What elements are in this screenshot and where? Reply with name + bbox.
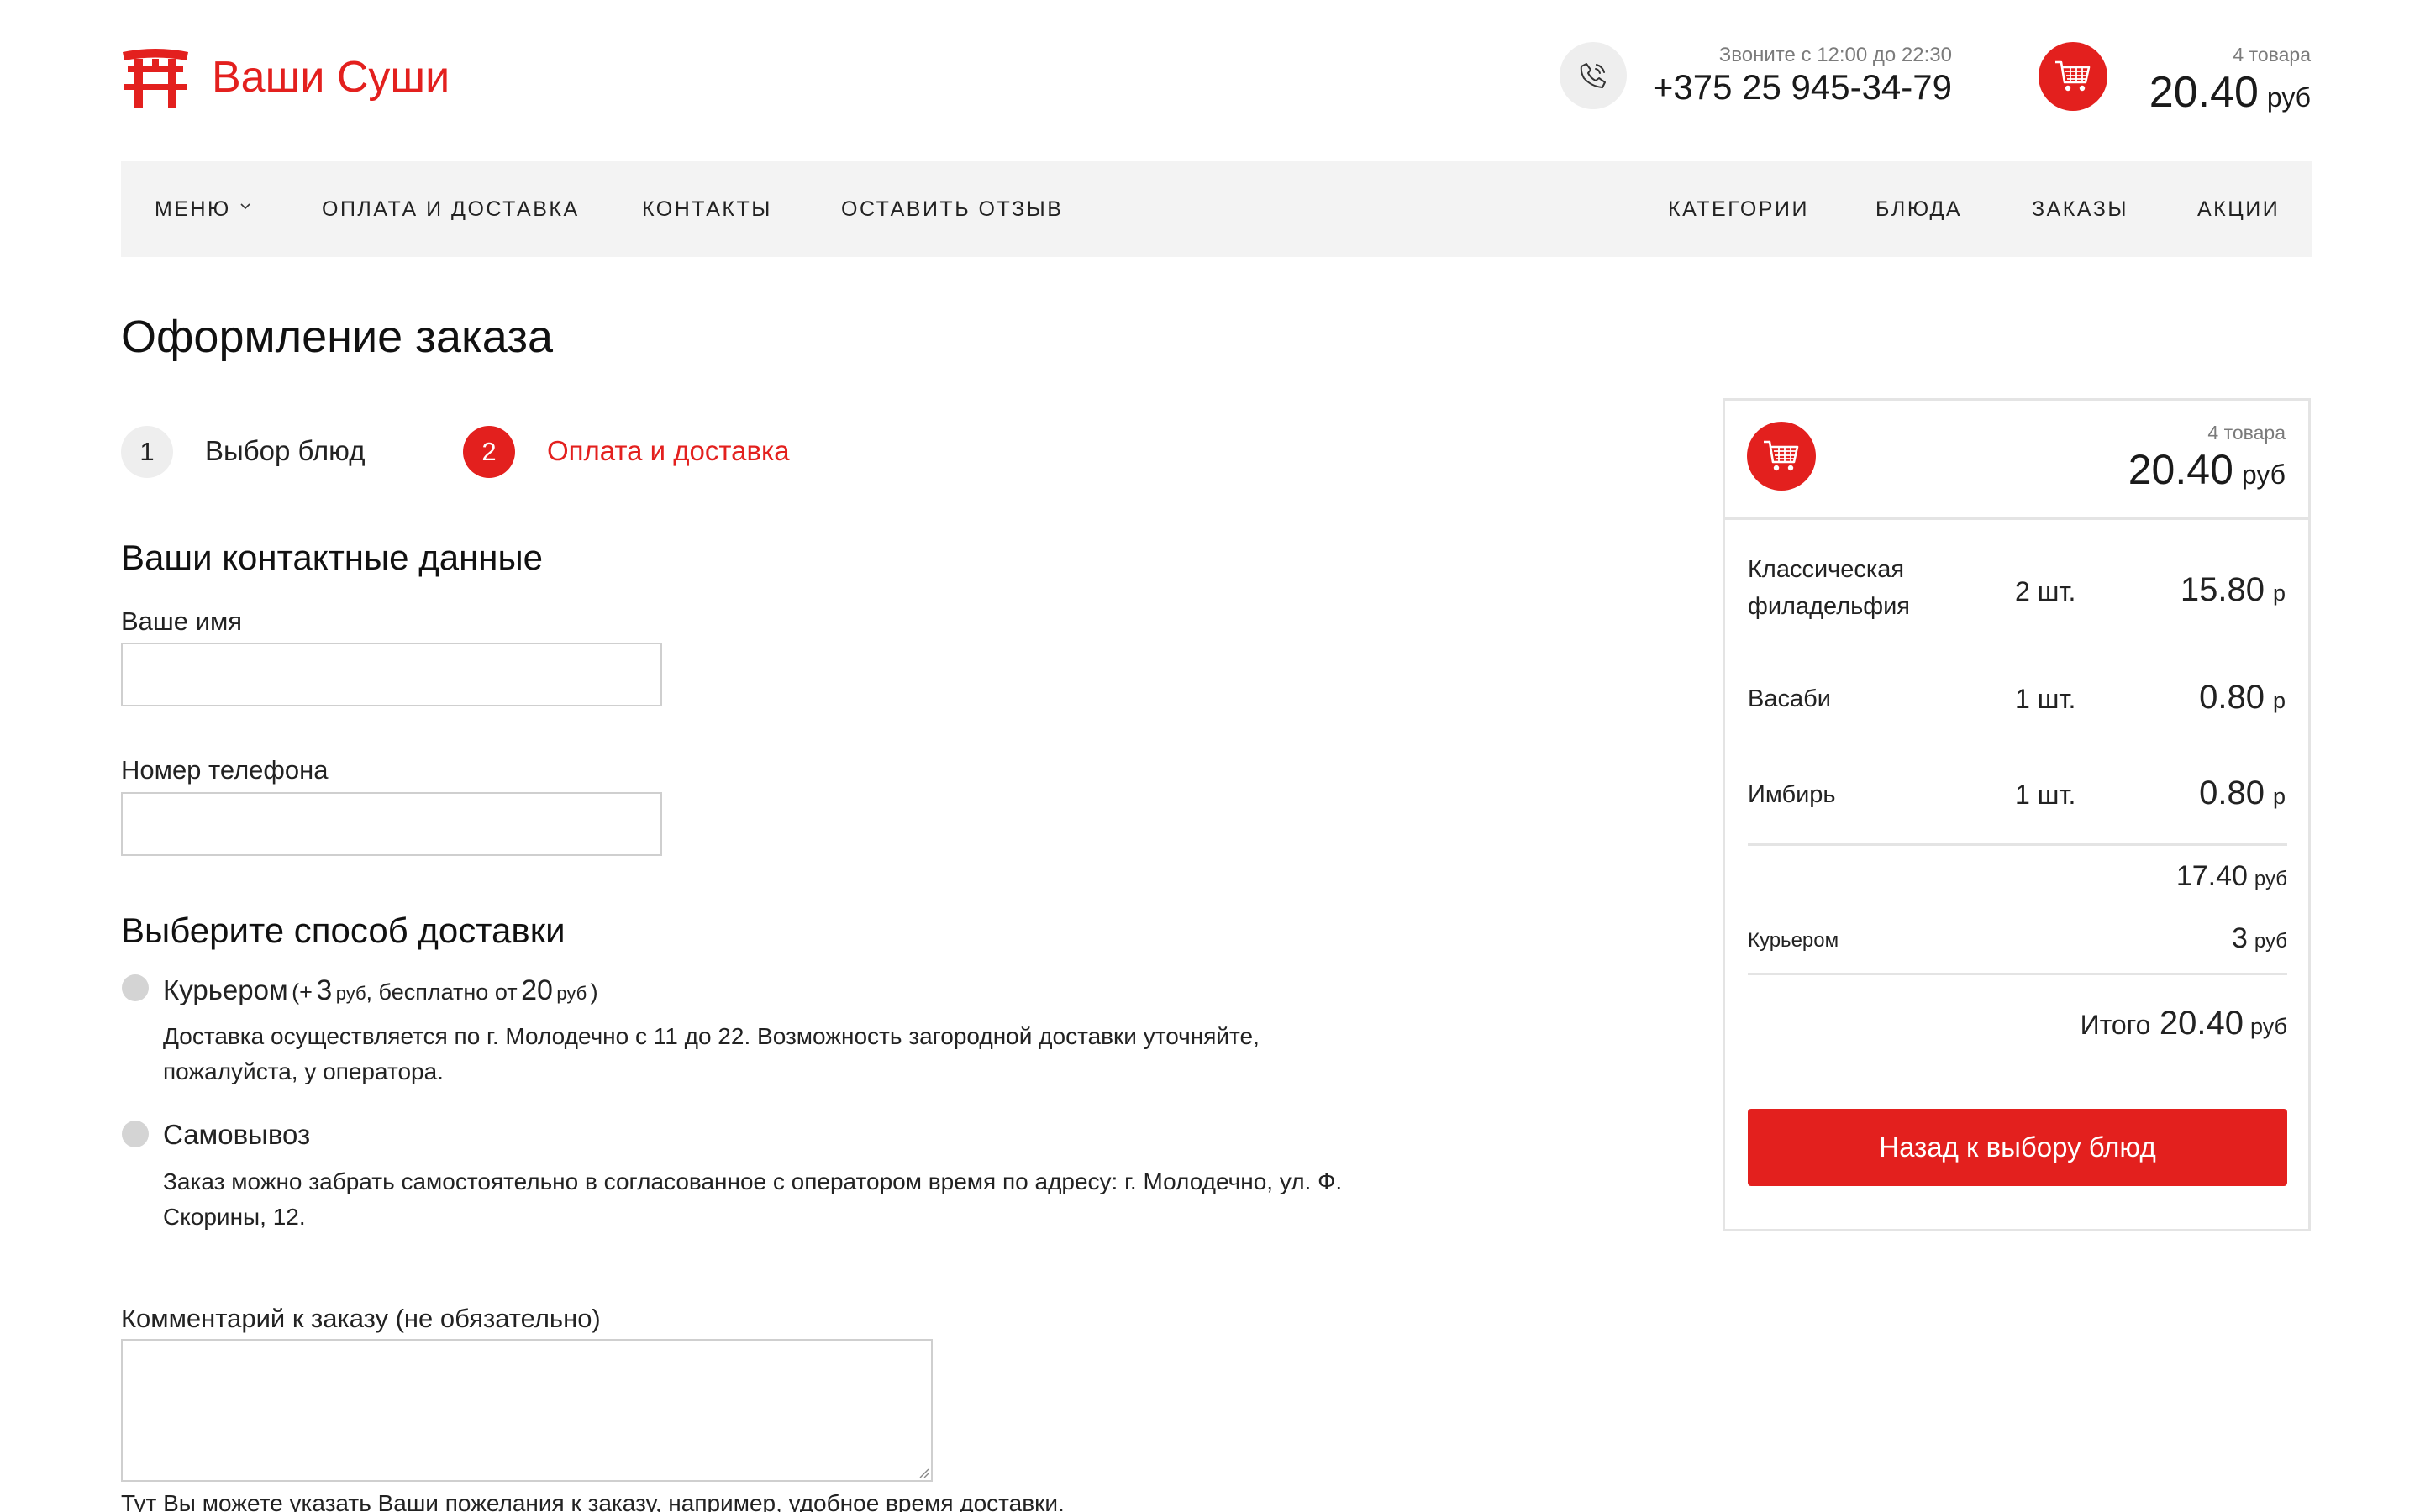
divider (1748, 843, 2287, 846)
courier-free-text: , бесплатно от (366, 979, 518, 1005)
comment-textarea[interactable] (121, 1339, 933, 1482)
nav-item-label: МЕНЮ (155, 197, 231, 221)
grand-total-currency: руб (2250, 1014, 2287, 1039)
nav-item-feedback[interactable]: ОСТАВИТЬ ОТЗЫВ (841, 161, 1063, 257)
header-cart-total-value: 20.40 (2149, 68, 2259, 117)
courier-close-paren: ) (590, 979, 598, 1005)
divider (1748, 973, 2287, 975)
delivery-price: 3 руб (2232, 922, 2287, 955)
cart-item-qty: 2 шт. (2015, 576, 2076, 606)
cart-item-price-value: 15.80 (2180, 571, 2265, 608)
delivery-method-label: Курьером (1748, 929, 1839, 952)
brand-name[interactable]: Ваши Суши (212, 52, 450, 102)
cart-item-price: 0.80 р (2199, 679, 2286, 717)
cart-item-qty: 1 шт. (2015, 684, 2076, 714)
phone-label: Номер телефона (121, 755, 329, 785)
courier-label: Курьером (163, 974, 288, 1005)
nav-item-payment-delivery[interactable]: ОПЛАТА И ДОСТАВКА (322, 161, 580, 257)
nav-item-menu[interactable]: МЕНЮ (155, 161, 251, 257)
courier-description: Доставка осуществляется по г. Молодечно … (163, 1023, 1260, 1084)
step-2-number: 2 (463, 426, 515, 478)
courier-fee: 3 (316, 974, 333, 1006)
pickup-radio[interactable] (122, 1121, 149, 1147)
shopping-cart-icon[interactable] (2039, 42, 2107, 111)
name-label: Ваше имя (121, 606, 243, 636)
cart-item-price-currency: р (2272, 580, 2286, 606)
cart-item-price: 15.80 р (2181, 571, 2286, 609)
delivery-price-value: 3 (2231, 922, 2248, 954)
cart-item-name: Имбирь (1748, 781, 1836, 808)
resize-handle-icon[interactable] (918, 1467, 929, 1478)
header-cart-total[interactable]: 20.40 руб (2149, 67, 2311, 118)
nav-item-contacts[interactable]: КОНТАКТЫ (642, 161, 772, 257)
step-1-number[interactable]: 1 (121, 426, 173, 478)
delivery-price-currency: руб (2254, 930, 2287, 953)
cart-item-price-value: 0.80 (2199, 679, 2265, 716)
panel-cart-currency: руб (2241, 459, 2286, 490)
back-to-dishes-button[interactable]: Назад к выбору блюд (1748, 1109, 2287, 1186)
cart-item-name: Васаби (1748, 685, 1831, 712)
courier-free-currency: руб (556, 983, 587, 1004)
courier-free-from: 20 (521, 974, 553, 1006)
nav-item-categories[interactable]: КАТЕГОРИИ (1668, 161, 1809, 257)
grand-total-label: Итого (2080, 1010, 2151, 1040)
delivery-heading: Выберите способ доставки (121, 911, 566, 950)
cart-subtotal-currency: руб (2254, 868, 2287, 890)
courier-radio[interactable] (122, 974, 149, 1001)
panel-cart-total-value: 20.40 (2128, 446, 2233, 493)
cart-item-price-currency: р (2272, 784, 2286, 809)
main-nav: МЕНЮ ОПЛАТА И ДОСТАВКА КОНТАКТЫ ОСТАВИТЬ… (121, 161, 2312, 257)
torii-gate-icon[interactable] (121, 47, 190, 108)
nav-item-orders[interactable]: ЗАКАЗЫ (2032, 161, 2128, 257)
comment-label: Комментарий к заказу (не обязательно) (121, 1304, 601, 1333)
grand-total: Итого 20.40 руб (2081, 1005, 2287, 1042)
cart-item-qty: 1 шт. (2015, 780, 2076, 810)
phone-hours: Звоните с 12:00 до 22:30 (1718, 44, 1952, 66)
courier-option-label[interactable]: Курьером (+ 3 руб, бесплатно от 20 руб ) (163, 974, 598, 1007)
cart-subtotal: 17.40 руб (2176, 860, 2287, 893)
header-cart-currency: руб (2266, 82, 2311, 113)
contact-heading: Ваши контактные данные (121, 538, 544, 577)
phone-number[interactable]: +375 25 945-34-79 (1653, 67, 1952, 108)
name-input[interactable] (121, 643, 662, 706)
cart-subtotal-value: 17.40 (2175, 860, 2248, 892)
comment-hint: Тут Вы можете указать Ваши пожелания к з… (121, 1490, 1065, 1512)
panel-cart-count: 4 товара (2207, 422, 2286, 444)
step-2-label: Оплата и доставка (547, 435, 790, 466)
cart-item-price-currency: р (2272, 688, 2286, 713)
nav-item-dishes[interactable]: БЛЮДА (1876, 161, 1962, 257)
cart-item-price: 0.80 р (2199, 774, 2286, 812)
phone-icon (1560, 42, 1627, 109)
step-1-label[interactable]: Выбор блюд (205, 435, 365, 467)
courier-open-paren: (+ (292, 979, 313, 1005)
header-cart-count: 4 товара (2233, 44, 2311, 66)
grand-total-value: 20.40 (2159, 1005, 2244, 1042)
panel-cart-total: 20.40 руб (2128, 445, 2286, 494)
nav-item-promotions[interactable]: АКЦИИ (2197, 161, 2280, 257)
cart-item-name: Классическая филадельфия (1748, 556, 1910, 620)
cart-item-price-value: 0.80 (2199, 774, 2265, 811)
chevron-down-icon (240, 203, 250, 210)
divider (1725, 517, 2308, 520)
pickup-description: Заказ можно забрать самостоятельно в сог… (163, 1168, 1343, 1230)
shopping-cart-icon (1747, 422, 1816, 491)
page-title: Оформление заказа (121, 312, 554, 362)
courier-fee-currency: руб (335, 983, 366, 1004)
phone-input[interactable] (121, 792, 662, 856)
order-summary-panel (1723, 398, 2311, 1231)
pickup-label[interactable]: Самовывоз (163, 1119, 310, 1151)
